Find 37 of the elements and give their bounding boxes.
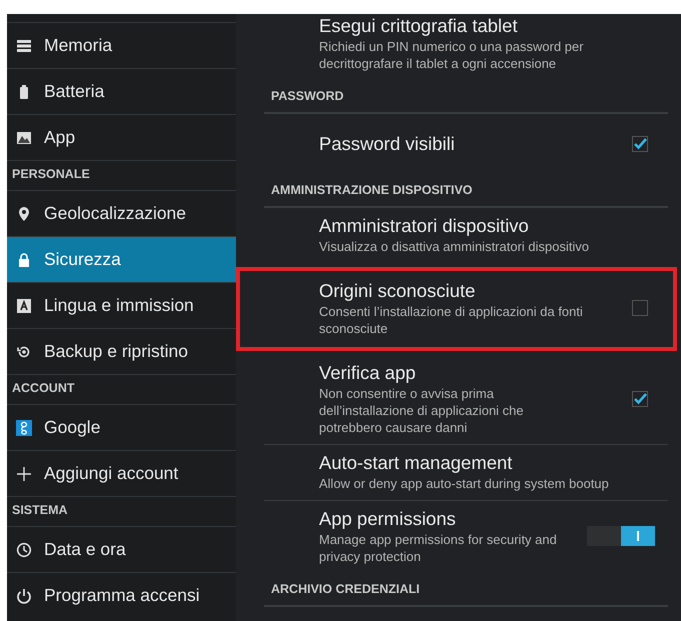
section-header: SISTEMA	[12, 502, 68, 520]
setting-title: App permissions	[319, 507, 457, 531]
setting-summary: Non consentire o avvisa prima dell’installazione di applicazioni che potrebbero causare danni	[319, 385, 525, 436]
checkbox[interactable]	[632, 390, 648, 406]
logo-icon	[16, 420, 32, 436]
location-pin-icon	[16, 206, 32, 222]
lock-icon	[16, 252, 32, 268]
setting-title: Amministratori dispositivo	[319, 214, 530, 238]
clock-icon	[16, 542, 32, 558]
picture-icon	[16, 130, 32, 146]
setting-summary: Manage app permissions for security and privacy protection	[319, 531, 558, 565]
section-header: PERSONALE	[12, 166, 90, 184]
setting-title: Verifica app	[319, 361, 417, 385]
section-header: AMMINISTRAZIONE DISPOSITIVO	[271, 182, 472, 200]
setting-title: Password visibili	[319, 132, 456, 156]
sidebar-item[interactable]: Sicurezza	[7, 236, 236, 282]
checkbox[interactable]	[632, 300, 648, 316]
setting-summary: Allow or deny app auto-start during system bootup	[319, 475, 610, 492]
setting-title: Esegui crittografia tablet	[319, 14, 518, 38]
restore-icon	[16, 344, 32, 360]
toggle-switch[interactable]	[587, 526, 655, 546]
sidebar-item[interactable]: Lingua e immission	[7, 282, 236, 328]
setting-summary: Visualizza o disattiva amministratori dispositivo	[319, 238, 590, 255]
power-icon	[16, 588, 32, 604]
setting-summary: Richiedi un PIN numerico o una password per decrittografare il tablet a ogni accensione	[319, 38, 584, 72]
checkbox[interactable]	[632, 136, 648, 152]
setting-title: Origini sconosciute	[319, 279, 476, 303]
sidebar-item[interactable]: Google	[7, 404, 236, 450]
keyboard-letter-icon	[16, 298, 32, 314]
setting-summary: Consenti l’installazione di applicazioni da fonti sconosciute	[319, 303, 584, 337]
storage-icon	[16, 38, 32, 54]
section-header: ACCOUNT	[12, 380, 74, 398]
section-header: ARCHIVIO CREDENZIALI	[271, 581, 420, 598]
setting-title: Auto-start management	[319, 451, 514, 475]
section-header: PASSWORD	[271, 88, 344, 106]
sidebar-item[interactable]: Backup e ripristino	[7, 328, 236, 374]
plus-icon	[16, 466, 32, 482]
